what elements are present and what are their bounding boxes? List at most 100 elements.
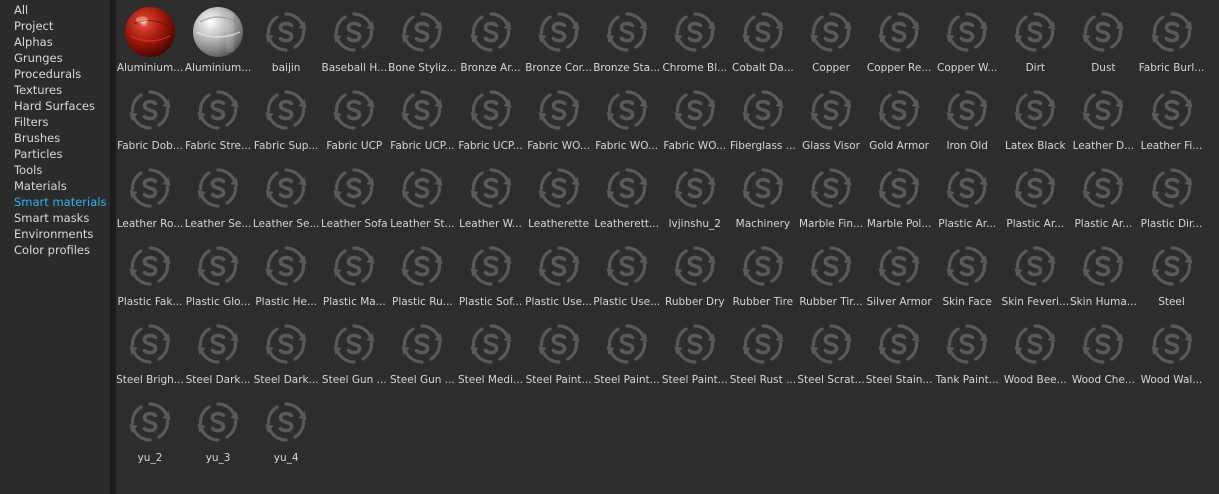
asset-tile[interactable]: Dirt (1001, 2, 1069, 80)
sidebar-item-project[interactable]: Project (0, 18, 110, 34)
asset-tile[interactable]: yu_2 (116, 392, 184, 470)
asset-tile[interactable]: Fiberglass ... (729, 80, 797, 158)
asset-tile[interactable]: Bronze Cor... (525, 2, 593, 80)
asset-tile[interactable]: Leather Ro... (116, 158, 184, 236)
asset-tile[interactable]: Plastic Ar... (1001, 158, 1069, 236)
asset-tile[interactable]: Steel Gun ... (320, 314, 388, 392)
asset-tile[interactable]: Glass Visor (797, 80, 865, 158)
sidebar-item-particles[interactable]: Particles (0, 146, 110, 162)
asset-tile[interactable]: Marble Pol... (865, 158, 933, 236)
asset-tile[interactable]: Dust (1069, 2, 1137, 80)
asset-tile[interactable]: Steel Paint... (593, 314, 661, 392)
asset-tile[interactable]: Wood Che... (1069, 314, 1137, 392)
asset-tile[interactable]: Gold Armor (865, 80, 933, 158)
sidebar-item-color-profiles[interactable]: Color profiles (0, 242, 110, 258)
asset-tile[interactable]: Leather D... (1069, 80, 1137, 158)
asset-tile[interactable]: Plastic Fak... (116, 236, 184, 314)
asset-tile[interactable]: Plastic He... (252, 236, 320, 314)
sidebar-item-all[interactable]: All (0, 2, 110, 18)
asset-tile[interactable]: Aluminium... (116, 2, 184, 80)
asset-tile[interactable]: Fabric Sup... (252, 80, 320, 158)
asset-tile[interactable]: Skin Huma... (1069, 236, 1137, 314)
asset-tile[interactable]: Leather Se... (252, 158, 320, 236)
asset-tile[interactable]: Cobalt Da... (729, 2, 797, 80)
asset-tile[interactable]: Plastic Ar... (933, 158, 1001, 236)
asset-tile[interactable]: yu_3 (184, 392, 252, 470)
asset-tile[interactable]: lvjinshu_2 (661, 158, 729, 236)
asset-tile[interactable]: Plastic Glo... (184, 236, 252, 314)
asset-tile[interactable]: Aluminium... (184, 2, 252, 80)
asset-tile[interactable]: Plastic Sof... (457, 236, 525, 314)
asset-tile[interactable]: Leatherette (525, 158, 593, 236)
asset-tile[interactable]: Plastic Ma... (320, 236, 388, 314)
asset-tile[interactable]: Skin Face (933, 236, 1001, 314)
asset-tile[interactable]: yu_4 (252, 392, 320, 470)
sidebar-item-smart-masks[interactable]: Smart masks (0, 210, 110, 226)
asset-tile[interactable]: Steel Dark... (252, 314, 320, 392)
sidebar-item-tools[interactable]: Tools (0, 162, 110, 178)
asset-tile[interactable]: Steel Rust ... (729, 314, 797, 392)
sidebar-item-environments[interactable]: Environments (0, 226, 110, 242)
sidebar-item-filters[interactable]: Filters (0, 114, 110, 130)
asset-tile[interactable]: Wood Bee... (1001, 314, 1069, 392)
asset-tile[interactable]: Plastic Use... (525, 236, 593, 314)
asset-tile[interactable]: Plastic Dir... (1138, 158, 1206, 236)
asset-tile[interactable]: Fabric UCP... (457, 80, 525, 158)
asset-tile[interactable]: Skin Feveri... (1001, 236, 1069, 314)
asset-tile[interactable]: Copper W... (933, 2, 1001, 80)
asset-tile[interactable]: Steel Gun ... (388, 314, 456, 392)
asset-tile[interactable]: Leather St... (388, 158, 456, 236)
asset-tile[interactable]: Fabric Dob... (116, 80, 184, 158)
asset-tile[interactable]: Bronze Sta... (593, 2, 661, 80)
asset-tile[interactable]: Fabric UCP... (388, 80, 456, 158)
sidebar-item-grunges[interactable]: Grunges (0, 50, 110, 66)
asset-tile[interactable]: Machinery (729, 158, 797, 236)
sidebar-item-hard-surfaces[interactable]: Hard Surfaces (0, 98, 110, 114)
asset-tile[interactable]: Rubber Tire (729, 236, 797, 314)
asset-tile[interactable]: Leatherett... (593, 158, 661, 236)
asset-tile[interactable]: Rubber Tir... (797, 236, 865, 314)
sidebar-item-procedurals[interactable]: Procedurals (0, 66, 110, 82)
asset-tile[interactable]: Leather Fi... (1138, 80, 1206, 158)
asset-tile[interactable]: baijin (252, 2, 320, 80)
asset-tile[interactable]: Marble Fin... (797, 158, 865, 236)
asset-tile[interactable]: Fabric Stre... (184, 80, 252, 158)
asset-tile[interactable]: Bone Styliz... (388, 2, 457, 80)
asset-tile[interactable]: Copper Re... (865, 2, 933, 80)
asset-tile[interactable]: Rubber Dry (661, 236, 729, 314)
asset-tile[interactable]: Steel Paint... (525, 314, 593, 392)
asset-tile[interactable]: Fabric UCP (320, 80, 388, 158)
sidebar-item-smart-materials[interactable]: Smart materials (0, 194, 110, 210)
asset-tile[interactable]: Leather W... (457, 158, 525, 236)
asset-tile[interactable]: Plastic Ar... (1069, 158, 1137, 236)
asset-tile[interactable]: Steel Stain... (865, 314, 933, 392)
asset-tile[interactable]: Wood Wal... (1138, 314, 1206, 392)
asset-tile[interactable]: Plastic Use... (593, 236, 661, 314)
asset-tile[interactable]: Latex Black (1001, 80, 1069, 158)
asset-tile[interactable]: Bronze Ar... (457, 2, 525, 80)
asset-tile[interactable]: Chrome Bl... (661, 2, 729, 80)
asset-tile[interactable]: Fabric WO... (593, 80, 661, 158)
asset-tile[interactable]: Iron Old (933, 80, 1001, 158)
loading-refresh-icon (873, 240, 925, 292)
asset-tile[interactable]: Tank Paint... (933, 314, 1001, 392)
asset-tile[interactable]: Leather Se... (184, 158, 252, 236)
asset-tile[interactable]: Fabric Burl... (1138, 2, 1206, 80)
sidebar-item-alphas[interactable]: Alphas (0, 34, 110, 50)
asset-tile[interactable]: Steel Dark... (184, 314, 252, 392)
asset-tile[interactable]: Steel Paint... (661, 314, 729, 392)
asset-tile[interactable]: Baseball H... (320, 2, 388, 80)
asset-tile[interactable]: Copper (797, 2, 865, 80)
asset-tile[interactable]: Fabric WO... (525, 80, 593, 158)
sidebar-item-textures[interactable]: Textures (0, 82, 110, 98)
asset-tile[interactable]: Plastic Ru... (388, 236, 456, 314)
asset-tile[interactable]: Steel Brigh... (116, 314, 184, 392)
sidebar-item-brushes[interactable]: Brushes (0, 130, 110, 146)
asset-tile[interactable]: Steel Medi... (457, 314, 525, 392)
asset-tile[interactable]: Fabric WO... (661, 80, 729, 158)
asset-tile[interactable]: Steel Scrat... (797, 314, 865, 392)
sidebar-item-materials[interactable]: Materials (0, 178, 110, 194)
asset-tile[interactable]: Leather Sofa (320, 158, 388, 236)
asset-tile[interactable]: Steel (1138, 236, 1206, 314)
asset-tile[interactable]: Silver Armor (865, 236, 933, 314)
